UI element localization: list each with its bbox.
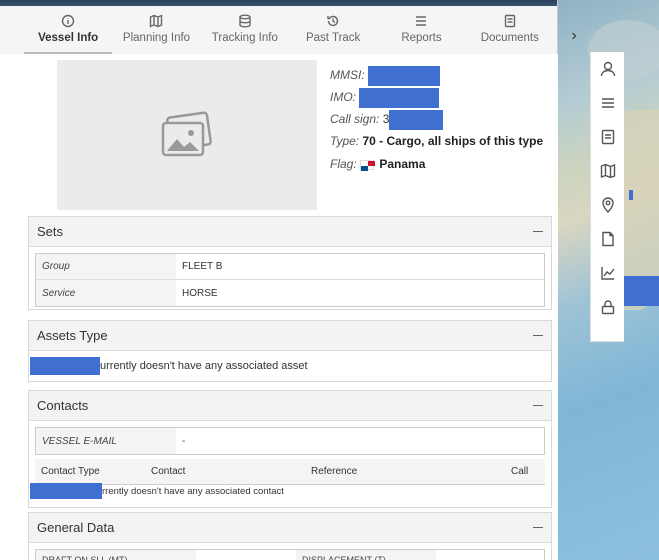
flag-label: Flag: (330, 157, 357, 171)
tab-label: Reports (401, 32, 442, 44)
collapse-minus-icon[interactable] (533, 231, 543, 232)
flag-value: Panama (379, 157, 426, 171)
column-header: Contact Type (41, 466, 100, 477)
tab-bar: Vessel Info Planning Info Tracking Info … (24, 10, 554, 54)
user-icon[interactable] (591, 52, 625, 86)
draft-value (196, 550, 296, 560)
table-row: Group FLEET B (36, 254, 544, 280)
imo-label: IMO: (330, 90, 356, 104)
general-data-title: General Data (37, 520, 115, 535)
vessel-panel: Vessel Info Planning Info Tracking Info … (0, 0, 558, 560)
flag-row: Flag: Panama (330, 153, 550, 175)
map-marker-small[interactable] (629, 190, 633, 200)
mmsi-label: MMSI: (330, 68, 365, 82)
type-label: Type: (330, 134, 360, 148)
info-icon (61, 14, 75, 28)
collapse-minus-icon[interactable] (533, 405, 543, 406)
imo-row: IMO: (330, 86, 550, 108)
database-icon (239, 14, 251, 28)
document-icon[interactable] (591, 120, 625, 154)
contacts-header[interactable]: Contacts (29, 391, 551, 421)
mmsi-row: MMSI: (330, 64, 550, 86)
map-icon (150, 14, 163, 28)
group-value: FLEET B (182, 261, 223, 272)
contacts-table: Contact Type Contact Reference Call (35, 459, 545, 485)
tab-reports[interactable]: Reports (377, 10, 465, 54)
service-key: Service (36, 280, 176, 306)
list-icon (416, 16, 427, 26)
table-row: Service HORSE (36, 280, 544, 306)
column-header: Call (511, 466, 529, 477)
collapse-minus-icon[interactable] (533, 335, 543, 336)
vessel-photo-placeholder (57, 60, 317, 210)
contacts-table-header: Contact Type Contact Reference Call (35, 459, 545, 485)
displacement-key: DISPLACEMENT (T) (296, 550, 436, 560)
contacts-email-table: VESSEL E-MAIL - (35, 427, 545, 455)
draft-key: DRAFT ON SLL (MT) (36, 550, 196, 560)
column-header: Reference (311, 466, 358, 477)
map-toolbar (590, 52, 624, 342)
mmsi-redacted (368, 65, 441, 86)
displacement-value (436, 550, 544, 560)
group-key: Group (36, 254, 176, 279)
list-icon[interactable] (591, 86, 625, 120)
collapse-minus-icon[interactable] (533, 527, 543, 528)
vessel-name-redacted (30, 483, 102, 499)
tab-past-track[interactable]: Past Track (289, 10, 377, 54)
tab-vessel-info[interactable]: Vessel Info (24, 10, 113, 54)
type-value: 70 - Cargo, all ships of this type (362, 134, 544, 148)
tab-label: Planning Info (122, 32, 191, 44)
history-icon (327, 15, 339, 27)
assets-message-text: urrently doesn't have any associated ass… (100, 360, 308, 372)
map-icon[interactable] (591, 154, 625, 188)
general-data-section: General Data DRAFT ON SLL (MT) DISPLACEM… (28, 512, 552, 560)
sets-table: Group FLEET B Service HORSE (35, 253, 545, 307)
service-value: HORSE (182, 287, 218, 299)
tab-documents[interactable]: Documents (466, 10, 554, 54)
lock-icon[interactable] (591, 290, 625, 324)
assets-message: urrently doesn't have any associated ass… (30, 357, 308, 375)
header-bar (0, 0, 557, 6)
file-icon[interactable] (591, 222, 625, 256)
contacts-title: Contacts (37, 398, 89, 413)
table-row: VESSEL E-MAIL - (36, 428, 544, 454)
collapse-panel-button[interactable]: › (565, 24, 583, 48)
image-placeholder-icon (161, 111, 212, 157)
email-key: VESSEL E-MAIL (36, 428, 176, 454)
tab-label: Past Track (305, 32, 361, 44)
panama-flag-icon (360, 159, 376, 171)
callsign-prefix: 3 (382, 112, 390, 126)
location-pin-icon[interactable] (591, 188, 625, 222)
column-header: Contact (151, 466, 186, 477)
email-value: - (182, 435, 186, 447)
callsign-redacted (389, 109, 444, 130)
vessel-info-content: MMSI: IMO: Call sign: 3 Type: 70 - Cargo… (0, 54, 558, 560)
document-icon (504, 14, 515, 28)
callsign-label: Call sign: (330, 112, 380, 126)
tab-tracking-info[interactable]: Tracking Info (201, 10, 289, 54)
assets-header[interactable]: Assets Type (29, 321, 551, 351)
general-data-table: DRAFT ON SLL (MT) DISPLACEMENT (T) (35, 549, 545, 560)
tab-label: Vessel Info (38, 32, 99, 44)
callsign-row: Call sign: 3 (330, 108, 550, 130)
vessel-name-redacted (30, 357, 100, 375)
contacts-message-text: rrently doesn't have any associated cont… (102, 485, 284, 497)
general-data-header[interactable]: General Data (29, 513, 551, 543)
chart-icon[interactable] (591, 256, 625, 290)
contacts-message: rrently doesn't have any associated cont… (30, 483, 284, 499)
map-vessel-marker[interactable] (624, 276, 659, 306)
sets-header[interactable]: Sets (29, 217, 551, 247)
type-row: Type: 70 - Cargo, all ships of this type (330, 133, 550, 150)
tab-label: Documents (480, 32, 539, 44)
tab-label: Tracking Info (211, 32, 278, 44)
assets-title: Assets Type (37, 328, 108, 343)
sets-section: Sets Group FLEET B Service HORSE (28, 216, 552, 310)
tab-planning-info[interactable]: Planning Info (112, 10, 200, 54)
imo-redacted (359, 87, 440, 108)
sets-title: Sets (37, 224, 64, 239)
vessel-details: MMSI: IMO: Call sign: 3 Type: 70 - Cargo… (330, 64, 550, 175)
